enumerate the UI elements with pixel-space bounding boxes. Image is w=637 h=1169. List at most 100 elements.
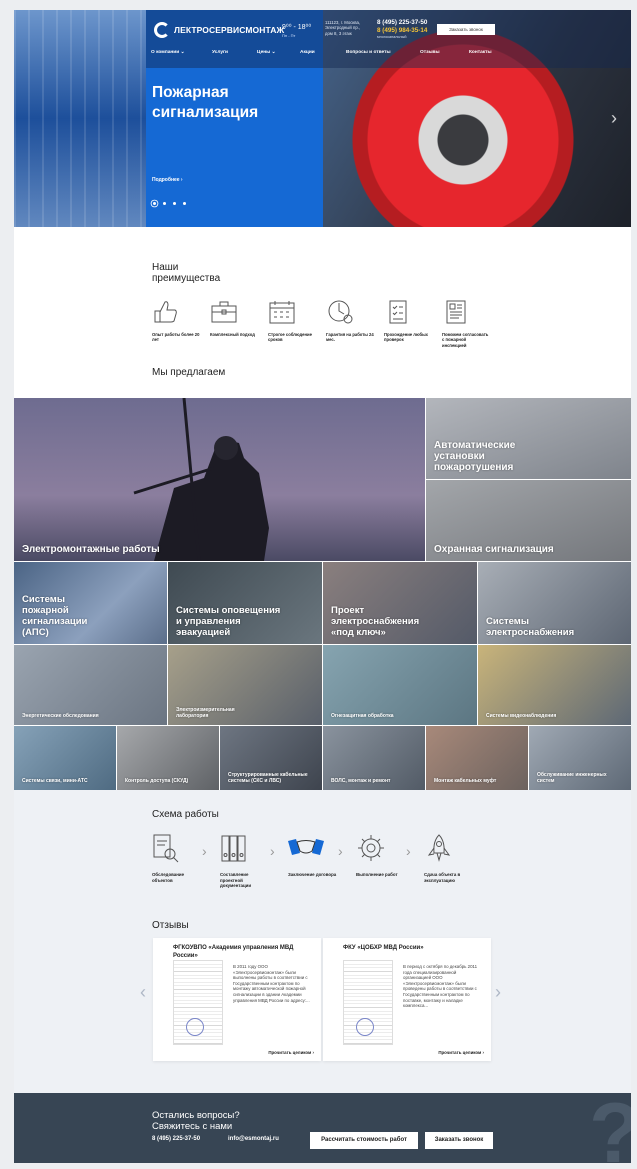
step-label: Составление проектной документации xyxy=(220,872,252,888)
advantages-title: Наши преимущества xyxy=(152,262,221,284)
service-tile-turnkey-project[interactable]: Проект электроснабжения «под ключ» xyxy=(323,562,477,644)
scheme-step: Выполнение работ xyxy=(356,833,406,878)
chevron-right-icon[interactable]: › xyxy=(611,108,617,129)
scheme-step: Составление проектной документации xyxy=(220,833,270,889)
tile-label: Обслуживание инженерных систем xyxy=(537,772,607,784)
review-read-more-link[interactable]: Прочитать целиком › xyxy=(268,1050,314,1055)
nav-item-about[interactable]: О компании ⌄ xyxy=(151,50,185,55)
step-label: Сдача объекта в эксплуатацию xyxy=(424,872,461,883)
service-tile-energy-audit[interactable]: Энергетические обследования xyxy=(14,645,167,725)
address: 111123, г. Москва, Электродный пр., дом … xyxy=(325,20,361,36)
slider-dot[interactable] xyxy=(183,202,186,205)
advantage-label: Строгое соблюдение сроков xyxy=(268,332,312,343)
nav-item-reviews[interactable]: Отзывы xyxy=(420,50,440,55)
footer-callback-button[interactable]: Заказать звонок xyxy=(425,1132,493,1149)
review-letter-image[interactable] xyxy=(343,960,393,1045)
footer-contact: ? Остались вопросы? Свяжитесь с нами 8 (… xyxy=(14,1093,631,1163)
review-card: ФГКОУВПО «Академия управления МВД России… xyxy=(153,938,321,1061)
service-tile-maintenance[interactable]: Обслуживание инженерных систем xyxy=(529,726,631,790)
phone-2[interactable]: 8 (495) 984-35-14 xyxy=(377,27,427,35)
document-icon xyxy=(446,300,466,324)
service-tile-cctv[interactable]: Системы видеонаблюдения xyxy=(478,645,631,725)
tile-label: Системы связи, мини-АТС xyxy=(22,778,88,784)
tile-label: Огнезащитная обработка xyxy=(331,713,394,719)
service-tile-extinguishing[interactable]: Автоматические установки пожаротушения xyxy=(426,398,631,479)
nav-item-services[interactable]: Услуги xyxy=(212,50,228,55)
header-callback-button[interactable]: Заказать звонок xyxy=(437,24,495,35)
tile-label: Автоматические установки пожаротушения xyxy=(434,440,516,473)
advantage-label: Опыт работы более 20 лет xyxy=(152,332,200,343)
logo[interactable]: ЛЕКТРОСЕРВИСМОНТАЖ xyxy=(154,22,284,38)
nav-item-contacts[interactable]: Контакты xyxy=(469,50,492,55)
tile-label: Структурированные кабельные системы (СКС… xyxy=(228,772,308,784)
working-hours: 9⁰⁰ - 18⁰⁰ Пн - Пт xyxy=(282,24,311,40)
tile-label: Системы видеонаблюдения xyxy=(486,713,557,719)
slider-dot[interactable] xyxy=(173,202,176,205)
step-label: Выполнение работ xyxy=(356,872,398,877)
hours-value: 9⁰⁰ - 18⁰⁰ xyxy=(282,24,312,31)
service-tile-security-alarm[interactable]: Охранная сигнализация xyxy=(426,480,631,561)
review-title: ФКУ «ЦОБХР МВД России» xyxy=(343,945,424,951)
step-label: Заключение договора xyxy=(288,872,337,877)
chevron-right-icon[interactable]: › xyxy=(495,982,501,1003)
service-tile-power-supply[interactable]: Системы электроснабжения xyxy=(478,562,631,644)
logo-text: ЛЕКТРОСЕРВИСМОНТАЖ xyxy=(174,25,285,35)
phones: 8 (495) 225-37-50 8 (495) 984-35-14 мног… xyxy=(377,19,427,40)
chevron-right-icon: › xyxy=(270,843,275,859)
phone-note: многоканальный xyxy=(377,35,407,39)
tile-label: Энергетические обследования xyxy=(22,713,99,719)
advantages-list: Опыт работы более 20 лет Комплексный под… xyxy=(152,298,500,348)
advantage-item: Строгое соблюдение сроков xyxy=(268,298,326,348)
calculate-cost-button[interactable]: Рассчитать стоимость работ xyxy=(310,1132,418,1149)
nav-item-faq[interactable]: Вопросы и ответы xyxy=(346,50,391,55)
logo-icon xyxy=(154,22,170,38)
advantage-item: Опыт работы более 20 лет xyxy=(152,298,210,348)
slider-dot[interactable] xyxy=(163,202,166,205)
service-tile-electrical[interactable]: Электромонтажные работы xyxy=(14,398,425,561)
nav-item-prices[interactable]: Цены ⌄ xyxy=(257,50,276,55)
phone-1[interactable]: 8 (495) 225-37-50 xyxy=(377,19,427,27)
tile-label: Электроизмерительная лаборатория xyxy=(176,707,235,719)
review-card: ФКУ «ЦОБХР МВД России» В период с октябр… xyxy=(323,938,491,1061)
service-tile-cabling[interactable]: Структурированные кабельные системы (СКС… xyxy=(220,726,322,790)
service-tile-evacuation[interactable]: Системы оповещения и управления эвакуаци… xyxy=(168,562,322,644)
service-tile-cable-joints[interactable]: Монтаж кабельных муфт xyxy=(426,726,528,790)
service-tile-fiber[interactable]: ВОЛС, монтаж и ремонт xyxy=(323,726,425,790)
review-text: В 2011 году ООО «Электросервисмонтаж» бы… xyxy=(233,964,310,1003)
hero-more-link[interactable]: Подробнее › xyxy=(152,177,183,183)
briefcase-icon xyxy=(211,301,237,323)
scheme-title: Схема работы xyxy=(152,809,219,820)
tile-label: Проект электроснабжения «под ключ» xyxy=(331,605,420,638)
slider-dots xyxy=(153,202,186,205)
hero-title: Пожарная сигнализация xyxy=(152,84,259,121)
service-tile-telephony[interactable]: Системы связи, мини-АТС xyxy=(14,726,116,790)
chevron-left-icon[interactable]: ‹ xyxy=(140,982,146,1003)
review-read-more-link[interactable]: Прочитать целиком › xyxy=(438,1050,484,1055)
advantage-item: Гарантия на работы 24 мес. xyxy=(326,298,384,348)
service-tile-fireproofing[interactable]: Огнезащитная обработка xyxy=(323,645,477,725)
warranty-clock-icon xyxy=(328,300,353,324)
advantage-item: Комплексный подход xyxy=(210,298,268,348)
checklist-icon xyxy=(389,300,407,324)
offer-title: Мы предлагаем xyxy=(152,367,226,378)
review-title: ФГКОУВПО «Академия управления МВД России… xyxy=(173,945,294,959)
tile-label: Системы пожарной сигнализации (АПС) xyxy=(22,594,88,638)
tile-label: Монтаж кабельных муфт xyxy=(434,778,497,784)
service-tile-fire-alarm[interactable]: Системы пожарной сигнализации (АПС) xyxy=(14,562,167,644)
service-tile-lab[interactable]: Электроизмерительная лаборатория xyxy=(168,645,322,725)
tile-label: Контроль доступа (СКУД) xyxy=(125,778,189,784)
footer-email[interactable]: info@esmontaj.ru xyxy=(228,1136,279,1142)
review-text: В период с октября по декабрь 2011 года … xyxy=(403,964,478,1009)
slider-dot[interactable] xyxy=(153,202,156,205)
tile-label: ВОЛС, монтаж и ремонт xyxy=(331,778,391,784)
service-tile-access-control[interactable]: Контроль доступа (СКУД) xyxy=(117,726,219,790)
footer-phone[interactable]: 8 (495) 225-37-50 xyxy=(152,1136,200,1142)
advantage-label: Прохождение любых проверок xyxy=(384,332,428,343)
advantage-item: Прохождение любых проверок xyxy=(384,298,442,348)
advantage-label: Поможем согласовать с пожарной инспекцие… xyxy=(442,332,489,348)
advantage-item: Поможем согласовать с пожарной инспекцие… xyxy=(442,298,500,348)
nav-item-promo[interactable]: Акции xyxy=(300,50,315,55)
scheme-step: Обследование объектов xyxy=(152,833,202,883)
reviews-title: Отзывы xyxy=(152,920,189,931)
review-letter-image[interactable] xyxy=(173,960,223,1045)
